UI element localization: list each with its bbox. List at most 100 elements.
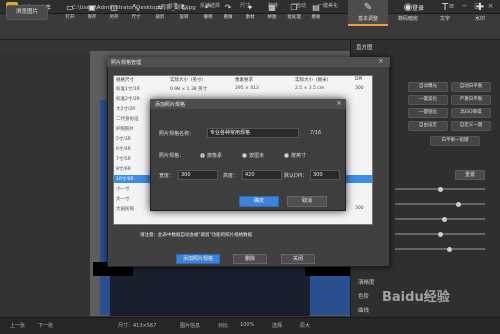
severe-white-balance-button[interactable]: 严重白平衡 — [451, 95, 491, 105]
dialog-tip: 请注意：此表中数据自动会被"裁剪"功能的照片规格数据 — [140, 233, 253, 238]
section-clarity[interactable]: 清晰度 — [358, 278, 375, 286]
prev-image-button[interactable]: 上一张 — [10, 322, 25, 329]
folder-icon: ▭ — [66, 3, 74, 12]
adjust-slider-knob[interactable] — [442, 216, 447, 222]
dialog-title: 照片规格管理 — [111, 60, 142, 66]
unit-label: 照片规格： — [159, 153, 185, 159]
watermark-icon: ✚ — [475, 2, 485, 13]
dpi-label: 默认DPI： — [284, 173, 308, 179]
subbar-share[interactable]: 分享 — [168, 2, 178, 9]
subbar-rotate[interactable]: 旋转 — [268, 2, 278, 9]
toolbar-crop-button[interactable]: ⌗ 裁剪 — [150, 3, 170, 23]
free-setting-button[interactable]: 自由设定 — [408, 121, 448, 131]
table-cell: 5寸/3R — [116, 137, 131, 142]
tab-basic-adjust[interactable]: ✎ 基本调整 — [348, 0, 388, 26]
camera-icon: ◉ — [403, 2, 413, 13]
auto-exposure-button[interactable]: 自动曝光 — [408, 82, 448, 92]
compare-button[interactable]: 对比 — [218, 322, 228, 329]
table-header: DPI — [355, 77, 363, 82]
close-icon[interactable]: × — [378, 57, 384, 65]
table-header: 实际大小（厘米） — [295, 78, 331, 83]
toolbar-redo-button[interactable]: ↷ 重做 — [218, 3, 238, 23]
adjust-slider-track[interactable] — [395, 248, 485, 250]
tab-watermark[interactable]: ✚ 水印 — [460, 0, 500, 26]
table-cell: 10寸/8R — [116, 177, 134, 182]
adjust-slider-knob[interactable] — [455, 201, 461, 207]
secondary-toolbar — [0, 40, 350, 51]
reset-button[interactable]: 重置 — [455, 170, 485, 180]
one-click-sharpen-button[interactable]: 一键锐化 — [408, 108, 448, 118]
unit-radio-inch[interactable] — [284, 153, 289, 158]
table-cell: 大居民照 — [116, 207, 134, 212]
add-size-button[interactable]: 添加照片规格 — [176, 254, 220, 264]
toolbar-size-button[interactable]: ⤡ 尺寸 — [126, 3, 146, 23]
name-label: 照片规格名称： — [159, 131, 195, 137]
custom-one-click-button[interactable]: 自定义一键 — [451, 121, 491, 131]
width-input[interactable]: 300 — [178, 170, 218, 180]
subbar-auto[interactable]: 自动 — [296, 2, 306, 9]
adjust-slider-knob[interactable] — [446, 246, 452, 252]
table-header: 像素要求 — [235, 78, 253, 83]
height-input[interactable]: 420 — [242, 170, 282, 180]
saveas-icon: ◫ — [110, 3, 118, 12]
next-image-button[interactable]: 下一张 — [38, 322, 53, 329]
subbar-size[interactable]: 尺寸 — [240, 2, 250, 9]
size-name-input[interactable]: 专业各种常用规格 — [207, 128, 299, 138]
one-click-beautify-button[interactable]: 一键美化 — [408, 95, 448, 105]
white-balance-one-key-button[interactable]: 白平衡一指键 — [430, 136, 480, 146]
adjust-slider-knob[interactable] — [437, 186, 443, 192]
tab-digital-darkroom[interactable]: ◉ 数码暗房 — [388, 0, 428, 26]
text-icon: T — [441, 2, 449, 13]
name-char-count: 7/16 — [310, 130, 322, 136]
cancel-button[interactable]: 取消 — [287, 196, 327, 207]
app-window: 光影魔术手 C:\Users\Administrator\Desktop\背影_… — [0, 0, 500, 334]
table-cell: 标准2寸/2R — [116, 97, 140, 102]
watermark-text: Baidu经验 — [382, 290, 450, 305]
width-label: 宽度： — [159, 173, 175, 179]
toolbar-open-button[interactable]: ▭ 打开 — [60, 3, 80, 23]
table-row[interactable]: 标准1寸/1R 0.98 × 1.38 英寸 295 × 413 2.5 × 3.5 … — [114, 85, 372, 93]
image-info-button[interactable]: 图片信息 — [180, 322, 200, 329]
table-header: 规格尺寸 — [116, 78, 134, 83]
edit-icon: ✎ — [363, 2, 373, 13]
toolbar-save-button[interactable]: ▣ 保存 — [82, 3, 102, 23]
dpi-input[interactable]: 300 — [310, 170, 340, 180]
adjust-slider-track[interactable] — [395, 218, 485, 220]
section-levels[interactable]: 色阶 — [358, 292, 369, 300]
unit-option-inch[interactable]: 按英寸 — [291, 152, 306, 159]
tab-text[interactable]: T 文字 — [425, 0, 465, 26]
unit-radio-pixel[interactable] — [200, 153, 205, 158]
toolbar-saveas-button[interactable]: ◫ 另存 — [104, 3, 124, 23]
histogram-header[interactable]: 直方图 — [356, 43, 373, 51]
table-cell: 标准1寸/1R — [116, 87, 140, 92]
dialog-title-bar — [107, 57, 390, 67]
unit-option-cm[interactable]: 按厘米 — [249, 152, 264, 159]
table-cell: 8寸/6R — [116, 167, 131, 172]
subbar-beautify[interactable]: 一键美化 — [318, 2, 338, 9]
close-icon[interactable]: × — [336, 99, 342, 107]
table-cell: 0.98 × 1.38 英寸 — [170, 87, 208, 92]
select-tool-button[interactable]: 选择 — [272, 322, 282, 329]
table-cell: 二代身份证 — [116, 117, 139, 122]
close-button[interactable]: 关闭 — [281, 254, 315, 264]
table-cell: 295 × 413 — [235, 86, 259, 91]
section-curves[interactable]: 曲线 — [358, 306, 369, 314]
ok-button[interactable]: 确定 — [239, 196, 279, 207]
unit-option-pixel[interactable]: 按像素 — [207, 152, 222, 159]
adjust-slider-knob[interactable] — [437, 231, 443, 237]
table-cell: 300 — [355, 86, 364, 91]
table-cell: 护照照片 — [116, 127, 134, 132]
unit-radio-cm[interactable] — [242, 153, 247, 158]
image-size-text: 尺寸：413×567 — [118, 323, 157, 329]
table-cell: 7寸/5R — [116, 157, 131, 162]
table-cell: 6寸/4R — [116, 147, 131, 152]
zoom-level: 100% — [240, 322, 255, 328]
high-iso-denoise-button[interactable]: 高ISO降噪 — [451, 108, 491, 118]
auto-white-balance-button[interactable]: 自动白平衡 — [451, 82, 491, 92]
adjust-slider-track[interactable] — [395, 203, 485, 205]
delete-button[interactable]: 删除 — [233, 254, 267, 264]
subbar-invert[interactable]: 反转选择 — [200, 2, 220, 9]
table-cell: 大一寸 — [116, 197, 130, 202]
original-size-button[interactable]: 原大 — [300, 322, 310, 329]
browse-button[interactable]: 浏览图片 — [6, 5, 48, 20]
